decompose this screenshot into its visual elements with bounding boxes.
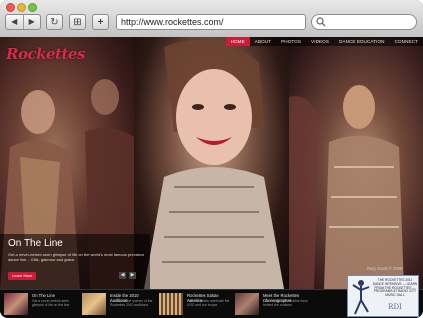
hero-description: Get a never-before-seen glimpse of life … [8,252,144,262]
forward-button[interactable]: ▶ [24,15,41,29]
slide-prev-button[interactable]: ◀ [119,272,126,279]
learn-more-button[interactable]: Learn More [8,272,37,280]
feature-description: Get a never-before-seen glimpse of life … [32,299,70,307]
ad-text: THE ROCKETTES 2011 DANCE INTENSIVE — LEA… [372,278,418,298]
bookmarks-button[interactable]: ⊞ [69,14,86,30]
feature-description: Learn about the creative force behind th… [263,299,309,307]
rockettes-logo[interactable]: Rockettes [6,45,85,63]
photo-credit: Rory Gavis © 2008 [367,266,403,271]
minimize-window-button[interactable] [17,3,26,12]
address-bar[interactable]: http://www.rockettes.com/ [116,14,306,30]
nav-videos[interactable]: VIDEOS [306,37,334,46]
nav-connect[interactable]: CONNECT [390,37,423,46]
ad-logo: RDI [388,303,402,311]
nav-dance-education[interactable]: DANCE EDUCATION [334,37,390,46]
dancer-silhouette-icon [352,280,370,315]
feature-item[interactable]: Inside the 2010 Auditions Go behind the … [82,293,157,317]
search-icon [316,17,326,27]
feature-thumbnail[interactable] [82,293,106,315]
feature-item[interactable]: Rockettes Salute America The Rockettes c… [159,293,234,317]
add-bookmark-button[interactable]: + [92,14,109,30]
hero-photo-right [289,37,423,289]
zoom-window-button[interactable] [28,3,37,12]
feature-thumbnail[interactable] [4,293,28,315]
browser-toolbar: ◀ ▶ ↻ ⊞ + http://www.rockettes.com/ [0,0,423,38]
feature-title[interactable]: On The Line [32,293,78,298]
nav-home[interactable]: HOME [225,37,250,46]
slide-next-button[interactable]: ▶ [129,272,136,279]
feature-item[interactable]: On The Line Get a never-before-seen glim… [4,293,79,317]
feature-thumbnail[interactable] [235,293,259,315]
browser-window: ◀ ▶ ↻ ⊞ + http://www.rockettes.com/ Rock… [0,0,423,318]
hero-caption: On The Line Get a never-before-seen glim… [0,234,150,289]
back-button[interactable]: ◀ [6,15,23,29]
nav-photos[interactable]: PHOTOS [276,37,306,46]
feature-description: The Rockettes celebrate the USO and our … [187,299,230,307]
hero-title: On The Line [8,238,63,249]
reload-button[interactable]: ↻ [46,14,63,30]
web-page: Rockettes HOME ABOUT PHOTOS VIDEOS DANCE… [0,37,423,318]
feature-thumbnail[interactable] [159,293,183,315]
search-field[interactable] [311,14,417,30]
dance-intensive-ad[interactable]: THE ROCKETTES 2011 DANCE INTENSIVE — LEA… [347,275,419,317]
feature-description: Go behind the scenes of the Rockettes 20… [110,299,153,307]
nav-about[interactable]: ABOUT [250,37,276,46]
back-forward-group: ◀ ▶ [5,14,41,30]
close-window-button[interactable] [6,3,15,12]
hero-photo-center [134,37,289,289]
site-navigation: HOME ABOUT PHOTOS VIDEOS DANCE EDUCATION… [225,37,423,46]
feature-item[interactable]: Meet the Rockettes Choreographer Learn a… [235,293,310,317]
